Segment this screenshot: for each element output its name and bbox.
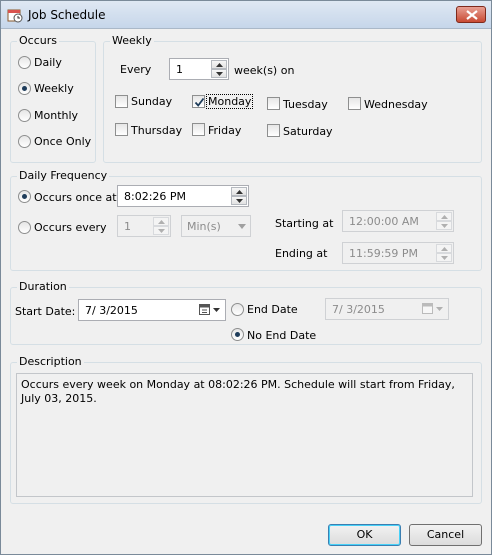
occurs-weekly-label[interactable]: Weekly	[34, 82, 74, 95]
spin-down-button[interactable]	[211, 69, 227, 78]
job-schedule-dialog: Job Schedule Occurs Daily Weekly Monthly…	[0, 0, 492, 555]
start-date-label: Start Date:	[15, 305, 76, 318]
start-date-value: 7/ 3/2015	[85, 304, 138, 317]
starting-at-spin[interactable]	[436, 212, 452, 230]
arrow-down-icon	[216, 72, 223, 76]
occurs-daily-label[interactable]: Daily	[34, 56, 62, 69]
end-date-label[interactable]: End Date	[247, 303, 298, 316]
interval-unit-value: Min(s)	[187, 220, 221, 233]
monday-label[interactable]: Monday	[205, 94, 254, 109]
spin-up-button[interactable]	[211, 60, 227, 69]
occurs-once-only-label[interactable]: Once Only	[34, 135, 91, 148]
arrow-up-icon	[441, 247, 448, 251]
interval-unit-dropdown[interactable]: Min(s)	[181, 215, 251, 237]
calendar-dropdown-icon[interactable]	[422, 303, 444, 315]
wednesday-label[interactable]: Wednesday	[364, 98, 428, 111]
ending-at-value: 11:59:59 PM	[349, 247, 419, 260]
occurs-every-radio[interactable]	[18, 221, 31, 234]
arrow-down-icon	[158, 229, 165, 233]
description-text: Occurs every week on Monday at 08:02:26 …	[21, 378, 455, 405]
monday-checkbox[interactable]	[192, 95, 205, 108]
start-date-picker[interactable]: 7/ 3/2015	[78, 299, 226, 321]
arrow-down-icon	[236, 199, 243, 203]
every-label: Every	[120, 63, 152, 76]
arrow-up-icon	[236, 190, 243, 194]
arrow-down-icon	[441, 256, 448, 260]
once-time-value: 8:02:26 PM	[124, 190, 187, 203]
weekly-legend: Weekly	[110, 34, 154, 47]
tuesday-label[interactable]: Tuesday	[283, 98, 328, 111]
friday-checkbox[interactable]	[192, 123, 205, 136]
occurs-legend: Occurs	[17, 34, 59, 47]
spin-up-button[interactable]	[231, 187, 247, 196]
saturday-label[interactable]: Saturday	[283, 125, 333, 138]
close-icon	[466, 10, 478, 20]
wednesday-checkbox[interactable]	[348, 97, 361, 110]
end-date-value: 7/ 3/2015	[332, 303, 385, 316]
every-interval-spinner[interactable]: 1	[117, 215, 171, 237]
weeks-interval-value: 1	[176, 63, 183, 76]
ending-at-label: Ending at	[275, 247, 328, 260]
spin-up-button[interactable]	[436, 212, 452, 221]
ok-button[interactable]: OK	[328, 524, 401, 546]
arrow-up-icon	[158, 220, 165, 224]
starting-at-label: Starting at	[275, 217, 334, 230]
friday-label[interactable]: Friday	[208, 124, 241, 137]
spin-down-button[interactable]	[436, 221, 452, 230]
spin-down-button[interactable]	[231, 196, 247, 205]
occurs-monthly-label[interactable]: Monthly	[34, 109, 78, 122]
tuesday-checkbox[interactable]	[267, 97, 280, 110]
starting-at-value: 12:00:00 AM	[349, 215, 419, 228]
spin-down-button[interactable]	[436, 253, 452, 262]
daily-frequency-legend: Daily Frequency	[17, 169, 110, 182]
occurs-every-label[interactable]: Occurs every	[34, 221, 107, 234]
cancel-button[interactable]: Cancel	[409, 524, 482, 546]
thursday-label[interactable]: Thursday	[131, 124, 182, 137]
saturday-checkbox[interactable]	[267, 124, 280, 137]
duration-legend: Duration	[17, 280, 69, 293]
ending-at-spinner[interactable]: 11:59:59 PM	[342, 242, 454, 264]
occurs-once-only-radio[interactable]	[18, 135, 31, 148]
arrow-up-icon	[216, 63, 223, 67]
ending-at-spin[interactable]	[436, 244, 452, 262]
once-time-spinner[interactable]: 8:02:26 PM	[117, 185, 249, 207]
end-date-radio[interactable]	[231, 303, 244, 316]
thursday-checkbox[interactable]	[115, 123, 128, 136]
calendar-dropdown-icon[interactable]	[199, 304, 221, 316]
occurs-once-at-radio[interactable]	[18, 190, 31, 203]
checkmark-icon	[194, 97, 205, 107]
no-end-date-radio[interactable]	[231, 328, 244, 341]
end-date-picker[interactable]: 7/ 3/2015	[325, 298, 449, 320]
weeks-interval-spinner[interactable]: 1	[169, 58, 229, 80]
sunday-checkbox[interactable]	[115, 95, 128, 108]
spin-up-button[interactable]	[436, 244, 452, 253]
window-title: Job Schedule	[28, 8, 106, 22]
sunday-label[interactable]: Sunday	[131, 95, 172, 108]
description-box: Occurs every week on Monday at 08:02:26 …	[16, 373, 473, 497]
calendar-clock-icon	[7, 7, 23, 23]
close-button[interactable]	[456, 6, 486, 23]
every-interval-spin[interactable]	[153, 217, 169, 235]
description-legend: Description	[17, 355, 84, 368]
occurs-weekly-radio[interactable]	[18, 82, 31, 95]
every-interval-value: 1	[124, 220, 131, 233]
arrow-up-icon	[441, 215, 448, 219]
occurs-once-at-label[interactable]: Occurs once at	[34, 191, 117, 204]
arrow-down-icon	[441, 224, 448, 228]
weeks-on-label: week(s) on	[234, 64, 295, 77]
no-end-date-label[interactable]: No End Date	[247, 329, 316, 342]
occurs-daily-radio[interactable]	[18, 56, 31, 69]
chevron-down-icon	[238, 224, 246, 229]
spin-down-button[interactable]	[153, 226, 169, 235]
once-time-spin[interactable]	[231, 187, 247, 205]
title-bar: Job Schedule	[1, 1, 491, 29]
weeks-interval-spin[interactable]	[211, 60, 227, 78]
starting-at-spinner[interactable]: 12:00:00 AM	[342, 210, 454, 232]
spin-up-button[interactable]	[153, 217, 169, 226]
occurs-monthly-radio[interactable]	[18, 109, 31, 122]
